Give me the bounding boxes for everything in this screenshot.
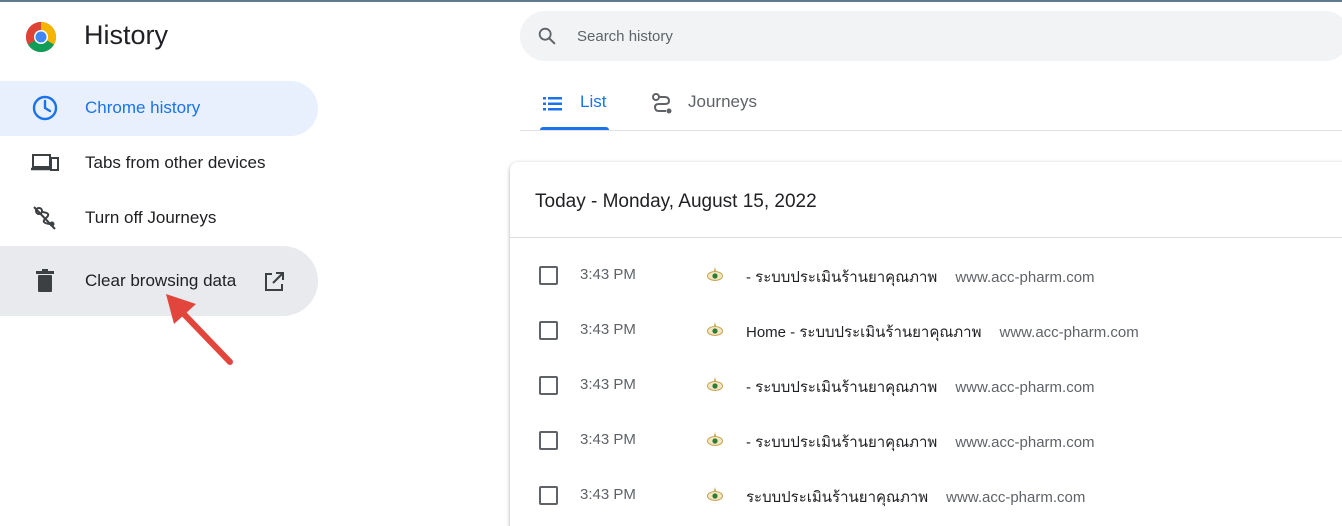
visit-time: 3:43 PM <box>580 266 636 283</box>
sidebar-item-clear-browsing-data[interactable]: Clear browsing data <box>0 246 318 316</box>
history-row[interactable]: 3:43 PM - ระบบประเมินร้านยาคุณภาพ www.acc… <box>510 358 1342 413</box>
row-checkbox[interactable] <box>539 486 558 505</box>
history-link[interactable]: ระบบประเมินร้านยาคุณภาพ www.acc-pharm.com <box>746 485 1085 509</box>
visit-time: 3:43 PM <box>580 486 636 503</box>
sidebar-item-label: Turn off Journeys <box>85 208 217 227</box>
chrome-logo-icon <box>25 21 57 53</box>
history-row[interactable]: 3:43 PM ระบบประเมินร้านยาคุณภาพ www.acc-p… <box>510 468 1342 523</box>
site-favicon-icon <box>707 377 723 391</box>
sidebar-item-tabs-from-other-devices[interactable]: Tabs from other devices <box>0 136 318 191</box>
history-link[interactable]: Home - ระบบประเมินร้านยาคุณภาพ www.acc-ph… <box>746 320 1139 344</box>
sidebar-item-label: Tabs from other devices <box>85 153 266 172</box>
search-icon[interactable] <box>536 25 558 47</box>
card-divider <box>510 237 1342 238</box>
row-checkbox[interactable] <box>539 321 558 340</box>
page-domain: www.acc-pharm.com <box>955 269 1095 286</box>
history-row[interactable]: 3:43 PM Home - ระบบประเมินร้านยาคุณภาพ ww… <box>510 303 1342 358</box>
journeys-icon <box>652 93 672 114</box>
trash-icon <box>36 269 54 292</box>
site-favicon-icon <box>707 432 723 446</box>
site-favicon-icon <box>707 487 723 501</box>
page-title-text: - ระบบประเมินร้านยาคุณภาพ <box>746 379 938 396</box>
row-checkbox[interactable] <box>539 376 558 395</box>
tabs-divider <box>520 130 1342 131</box>
page-domain: www.acc-pharm.com <box>955 434 1095 451</box>
row-checkbox[interactable] <box>539 431 558 450</box>
page-title-text: ระบบประเมินร้านยาคุณภาพ <box>746 489 929 506</box>
tab-label: List <box>580 92 607 111</box>
tab-label: Journeys <box>688 92 757 111</box>
page-title: History <box>84 20 169 50</box>
clock-icon <box>32 95 58 121</box>
site-favicon-icon <box>707 322 723 336</box>
sidebar-item-label: Chrome history <box>85 98 201 117</box>
annotation-arrow-icon <box>166 294 233 365</box>
visit-time: 3:43 PM <box>580 321 636 338</box>
history-link[interactable]: - ระบบประเมินร้านยาคุณภาพ www.acc-pharm.c… <box>746 430 1095 454</box>
page-domain: www.acc-pharm.com <box>999 324 1139 341</box>
sidebar-item-label: Clear browsing data <box>85 271 237 290</box>
journeys-off-icon <box>33 206 56 230</box>
sidebar-item-chrome-history[interactable]: Chrome history <box>0 81 318 136</box>
open-in-new-icon <box>265 272 284 291</box>
page-title-text: Home - ระบบประเมินร้านยาคุณภาพ <box>746 324 982 341</box>
devices-icon <box>31 154 59 171</box>
search-input[interactable] <box>577 25 1277 47</box>
window-top-border <box>0 0 1342 2</box>
row-checkbox[interactable] <box>539 266 558 285</box>
history-row[interactable]: 3:43 PM - ระบบประเมินร้านยาคุณภาพ www.acc… <box>510 413 1342 468</box>
tab-list[interactable]: List <box>540 84 620 130</box>
page-domain: www.acc-pharm.com <box>946 489 1086 506</box>
date-header: Today - Monday, August 15, 2022 <box>535 191 817 212</box>
visit-time: 3:43 PM <box>580 431 636 448</box>
site-favicon-icon <box>707 267 723 281</box>
visit-time: 3:43 PM <box>580 376 636 393</box>
page-title-text: - ระบบประเมินร้านยาคุณภาพ <box>746 434 938 451</box>
history-row[interactable]: 3:43 PM - ระบบประเมินร้านยาคุณภาพ www.acc… <box>510 248 1342 303</box>
page-domain: www.acc-pharm.com <box>955 379 1095 396</box>
list-icon <box>543 97 562 111</box>
history-link[interactable]: - ระบบประเมินร้านยาคุณภาพ www.acc-pharm.c… <box>746 375 1095 399</box>
history-card: Today - Monday, August 15, 2022 3:43 PM … <box>510 162 1342 526</box>
page-title-text: - ระบบประเมินร้านยาคุณภาพ <box>746 269 938 286</box>
history-link[interactable]: - ระบบประเมินร้านยาคุณภาพ www.acc-pharm.c… <box>746 265 1095 289</box>
sidebar-item-turn-off-journeys[interactable]: Turn off Journeys <box>0 191 318 246</box>
tab-journeys[interactable]: Journeys <box>650 84 780 130</box>
